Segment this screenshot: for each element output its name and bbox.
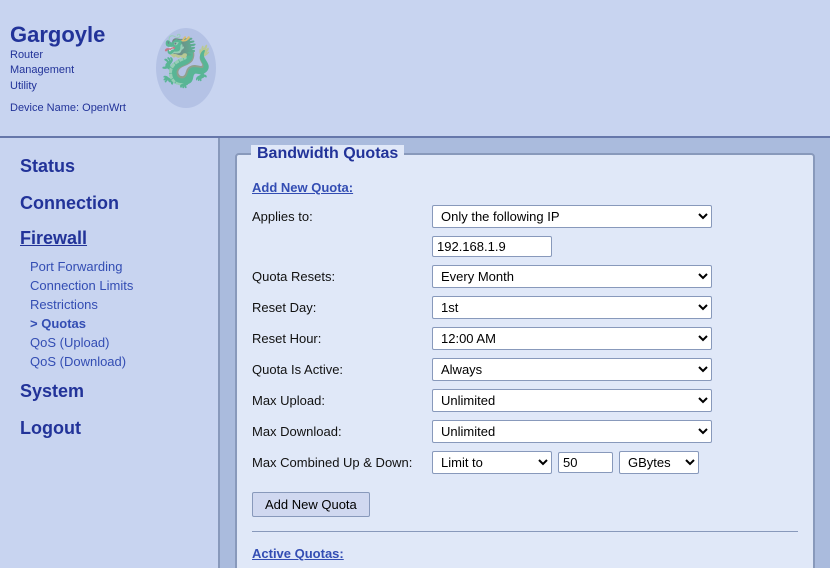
- sidebar-subitem-quotas[interactable]: Quotas: [0, 314, 218, 333]
- max-upload-label: Max Upload:: [252, 393, 432, 408]
- reset-day-label: Reset Day:: [252, 300, 432, 315]
- sidebar-item-status[interactable]: Status: [0, 148, 218, 185]
- sidebar-subnav-firewall: Port Forwarding Connection Limits Restri…: [0, 255, 218, 373]
- sidebar-item-firewall[interactable]: Firewall: [0, 222, 218, 255]
- max-combined-unit-select[interactable]: GBytes MBytes KBytes: [619, 451, 699, 474]
- bandwidth-quotas-panel: Bandwidth Quotas Add New Quota: Applies …: [235, 153, 815, 568]
- svg-text:🐉: 🐉: [155, 32, 217, 89]
- max-combined-type-select[interactable]: Limit to Unlimited: [432, 451, 552, 474]
- applies-to-row: Applies to: Only the following IP All IP…: [252, 205, 798, 228]
- max-download-label: Max Download:: [252, 424, 432, 439]
- quota-resets-select[interactable]: Every Month Every Week Every Day Never: [432, 265, 712, 288]
- dragon-icon: 🐉: [146, 18, 226, 118]
- app-title: Gargoyle: [10, 22, 126, 48]
- sidebar-subitem-port-forwarding[interactable]: Port Forwarding: [0, 257, 218, 276]
- max-upload-select[interactable]: Unlimited Limit to: [432, 389, 712, 412]
- sidebar-item-connection[interactable]: Connection: [0, 185, 218, 222]
- reset-hour-select[interactable]: 12:00 AM 1:00 AM 6:00 AM 12:00 PM: [432, 327, 712, 350]
- quota-resets-control: Every Month Every Week Every Day Never: [432, 265, 712, 288]
- header-text: Gargoyle Router Management Utility Devic…: [10, 22, 126, 114]
- reset-day-control: 1st 2nd 3rd: [432, 296, 712, 319]
- reset-hour-control: 12:00 AM 1:00 AM 6:00 AM 12:00 PM: [432, 327, 712, 350]
- sidebar: Status Connection Firewall Port Forwardi…: [0, 138, 220, 568]
- sidebar-subitem-qos-upload[interactable]: QoS (Upload): [0, 333, 218, 352]
- sidebar-item-system[interactable]: System: [0, 373, 218, 410]
- max-combined-row: Max Combined Up & Down: Limit to Unlimit…: [252, 451, 798, 474]
- quota-active-select[interactable]: Always Never Scheduled: [432, 358, 712, 381]
- layout: Status Connection Firewall Port Forwardi…: [0, 138, 830, 568]
- panel-title: Bandwidth Quotas: [251, 145, 404, 163]
- max-download-control: Unlimited Limit to: [432, 420, 712, 443]
- max-upload-control: Unlimited Limit to: [432, 389, 712, 412]
- reset-hour-row: Reset Hour: 12:00 AM 1:00 AM 6:00 AM 12:…: [252, 327, 798, 350]
- header: Gargoyle Router Management Utility Devic…: [0, 0, 830, 138]
- reset-day-row: Reset Day: 1st 2nd 3rd: [252, 296, 798, 319]
- quota-active-row: Quota Is Active: Always Never Scheduled: [252, 358, 798, 381]
- device-name: Device Name: OpenWrt: [10, 102, 126, 114]
- reset-day-select[interactable]: 1st 2nd 3rd: [432, 296, 712, 319]
- applies-to-control: Only the following IP All IPs All IPs In…: [432, 205, 712, 228]
- max-combined-label: Max Combined Up & Down:: [252, 455, 432, 470]
- quota-active-label: Quota Is Active:: [252, 362, 432, 377]
- divider: [252, 531, 798, 532]
- main-content: Bandwidth Quotas Add New Quota: Applies …: [220, 138, 830, 568]
- reset-hour-label: Reset Hour:: [252, 331, 432, 346]
- quota-active-control: Always Never Scheduled: [432, 358, 712, 381]
- sidebar-subitem-qos-download[interactable]: QoS (Download): [0, 352, 218, 371]
- max-upload-row: Max Upload: Unlimited Limit to: [252, 389, 798, 412]
- sidebar-subitem-connection-limits[interactable]: Connection Limits: [0, 276, 218, 295]
- ip-address-row: [252, 236, 798, 257]
- active-quotas-label: Active Quotas:: [252, 546, 798, 561]
- sidebar-item-logout[interactable]: Logout: [0, 410, 218, 447]
- app-subtitle: Router Management Utility: [10, 48, 126, 94]
- add-quota-button[interactable]: Add New Quota: [252, 492, 370, 517]
- max-combined-control: Limit to Unlimited GBytes MBytes KBytes: [432, 451, 699, 474]
- add-new-quota-label: Add New Quota:: [252, 180, 798, 195]
- applies-to-select[interactable]: Only the following IP All IPs All IPs In…: [432, 205, 712, 228]
- ip-address-control: [432, 236, 712, 257]
- ip-address-input[interactable]: [432, 236, 552, 257]
- max-download-select[interactable]: Unlimited Limit to: [432, 420, 712, 443]
- quota-resets-label: Quota Resets:: [252, 269, 432, 284]
- applies-to-label: Applies to:: [252, 209, 432, 224]
- sidebar-subitem-restrictions[interactable]: Restrictions: [0, 295, 218, 314]
- quota-resets-row: Quota Resets: Every Month Every Week Eve…: [252, 265, 798, 288]
- max-combined-amount-input[interactable]: [558, 452, 613, 473]
- max-download-row: Max Download: Unlimited Limit to: [252, 420, 798, 443]
